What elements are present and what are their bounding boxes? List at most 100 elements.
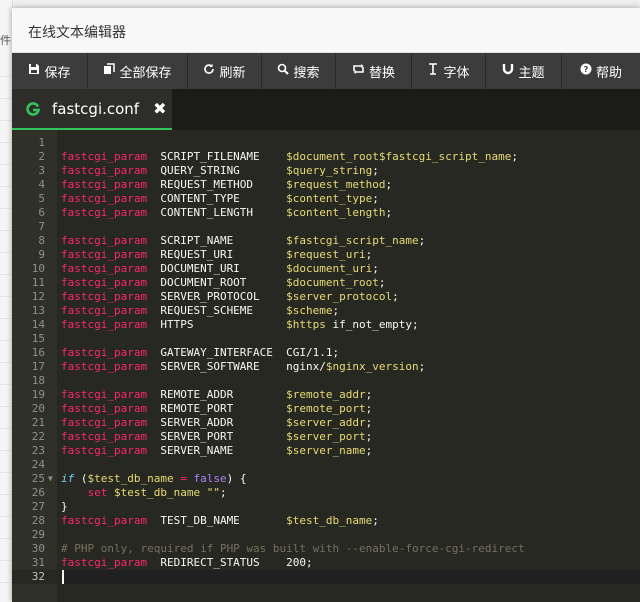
code-line: fastcgi_param GATEWAY_INTERFACE CGI/1.1; xyxy=(61,346,339,360)
code-token: ; xyxy=(372,164,379,177)
theme-button[interactable]: 主题 xyxy=(486,53,562,89)
code-line: fastcgi_param QUERY_STRING $query_string… xyxy=(61,164,379,178)
background-rule xyxy=(0,384,12,385)
code-line: fastcgi_param REQUEST_METHOD $request_me… xyxy=(61,178,392,192)
code-token: $server_name xyxy=(286,444,366,457)
code-token: REDIRECT_STATUS 200; xyxy=(147,556,313,569)
save-all-button-label: 全部保存 xyxy=(119,65,172,81)
line-number: 23 xyxy=(31,444,45,457)
line-number: 30 xyxy=(31,542,45,555)
code-token: SCRIPT_NAME xyxy=(147,234,287,247)
line-number: 5 xyxy=(38,192,45,205)
background-rule xyxy=(0,120,12,121)
code-line: set $test_db_name ""; xyxy=(61,486,227,500)
text-cursor xyxy=(62,570,64,584)
code-token: SERVER_SOFTWARE nginx/ xyxy=(147,360,326,373)
line-number: 2 xyxy=(38,150,45,163)
background-rule xyxy=(0,208,12,209)
code-token: TEST_DB_NAME xyxy=(147,514,287,527)
tab-fastcgi-conf[interactable]: fastcgi.conf ✖ xyxy=(12,89,172,130)
line-number: 4 xyxy=(38,178,45,191)
code-token: CONTENT_TYPE xyxy=(147,192,287,205)
code-token: $fastcgi_script_name xyxy=(286,234,419,247)
background-rule xyxy=(0,76,12,77)
code-token: DOCUMENT_ROOT xyxy=(147,276,287,289)
save-button-label: 保存 xyxy=(44,65,71,81)
fold-toggle-icon[interactable]: ▼ xyxy=(48,472,53,486)
code-token: fastcgi_param xyxy=(61,304,148,317)
code-token: ; xyxy=(365,444,373,457)
line-number: 1 xyxy=(38,136,45,149)
refresh-button-label: 刷新 xyxy=(219,65,246,81)
save-all-button[interactable]: 全部保存 xyxy=(88,53,188,89)
refresh-icon xyxy=(203,63,215,79)
font-button[interactable]: 字体 xyxy=(412,53,486,89)
background-rule xyxy=(0,516,12,517)
code-token: SCRIPT_FILENAME xyxy=(147,150,287,163)
code-line: fastcgi_param SERVER_PROTOCOL $server_pr… xyxy=(61,290,399,304)
code-token: fastcgi_param xyxy=(61,318,148,331)
line-number: 16 xyxy=(31,346,45,359)
help-button[interactable]: ? 帮助 xyxy=(562,53,640,89)
line-number: 9 xyxy=(38,248,45,261)
code-token: fastcgi_param xyxy=(61,290,148,303)
replace-button[interactable]: 替换 xyxy=(336,53,412,89)
title-bar: 在线文本编辑器 xyxy=(12,8,640,53)
code-token: GATEWAY_INTERFACE CGI/1.1; xyxy=(147,346,340,359)
code-token: fastcgi_param xyxy=(61,346,148,359)
background-rule xyxy=(0,340,12,341)
code-token: $nginx_version xyxy=(325,360,419,373)
code-token: $query_string xyxy=(286,164,373,177)
code-line: fastcgi_param SERVER_PORT $server_port; xyxy=(61,430,372,444)
refresh-button[interactable]: 刷新 xyxy=(188,53,262,89)
code-token: REQUEST_URI xyxy=(147,248,287,261)
line-number: 11 xyxy=(31,276,45,289)
code-token: $remote_port xyxy=(286,402,366,415)
code-token: $content_length xyxy=(286,206,386,219)
line-number: 14 xyxy=(31,318,45,331)
code-token: ; xyxy=(392,290,399,303)
line-number-gutter: 1 2 3 4 5 6 7 8 9 10 11 12 13 14 15 16 17 18 19 20 21 22 23 24 2… xyxy=(12,130,57,602)
code-editor[interactable]: 1 2 3 4 5 6 7 8 9 10 11 12 13 14 15 16 17 18 19 20 21 22 23 24 2… xyxy=(12,130,640,602)
code-token: HTTPS xyxy=(147,318,287,331)
code-line: if ($test_db_name = false) { xyxy=(61,472,246,486)
text-cursor-icon xyxy=(427,63,439,79)
line-number: 6 xyxy=(38,206,45,219)
background-rule xyxy=(0,472,12,473)
line-number: 27 xyxy=(31,500,45,513)
line-number: 20 xyxy=(31,402,45,415)
code-token: $request_method xyxy=(286,178,386,191)
background-rule xyxy=(0,230,12,231)
code-token: } xyxy=(61,500,68,513)
code-token: fastcgi_param xyxy=(61,150,148,163)
code-token: if_not_empty; xyxy=(325,318,419,331)
code-token: $content_type xyxy=(286,192,373,205)
background-rule xyxy=(0,164,12,165)
close-icon[interactable]: ✖ xyxy=(153,99,166,118)
background-stub-text: 件 xyxy=(0,34,11,47)
code-line: fastcgi_param SERVER_ADDR $server_addr; xyxy=(61,416,372,430)
line-number: 7 xyxy=(38,220,45,233)
code-token: SERVER_ADDR xyxy=(147,416,287,429)
active-line-highlight xyxy=(61,570,640,584)
code-token: fastcgi_param xyxy=(61,514,148,527)
code-token: $remote_addr xyxy=(286,388,366,401)
code-line: fastcgi_param REMOTE_ADDR $remote_addr; xyxy=(61,388,372,402)
code-token: ) { xyxy=(226,472,247,485)
save-button[interactable]: 保存 xyxy=(12,53,88,89)
code-token: CONTENT_LENGTH xyxy=(147,206,287,219)
code-token: $server_port xyxy=(286,430,366,443)
line-number: 18 xyxy=(31,374,45,387)
code-area[interactable]: fastcgi_param SCRIPT_FILENAME $document_… xyxy=(61,130,640,602)
code-token: ; xyxy=(511,150,518,163)
code-line: fastcgi_param CONTENT_TYPE $content_type… xyxy=(61,192,379,206)
code-line: fastcgi_param SERVER_NAME $server_name; xyxy=(61,444,372,458)
code-token: DOCUMENT_URI xyxy=(147,262,287,275)
code-token: REMOTE_ADDR xyxy=(147,388,287,401)
code-token: fastcgi_param xyxy=(61,444,148,457)
background-rule xyxy=(0,362,12,363)
code-token: $document_root$fastcgi_script_name xyxy=(286,150,512,163)
search-button[interactable]: 搜索 xyxy=(262,53,336,89)
help-button-label: 帮助 xyxy=(595,65,622,81)
code-line: fastcgi_param SCRIPT_FILENAME $document_… xyxy=(61,150,518,164)
